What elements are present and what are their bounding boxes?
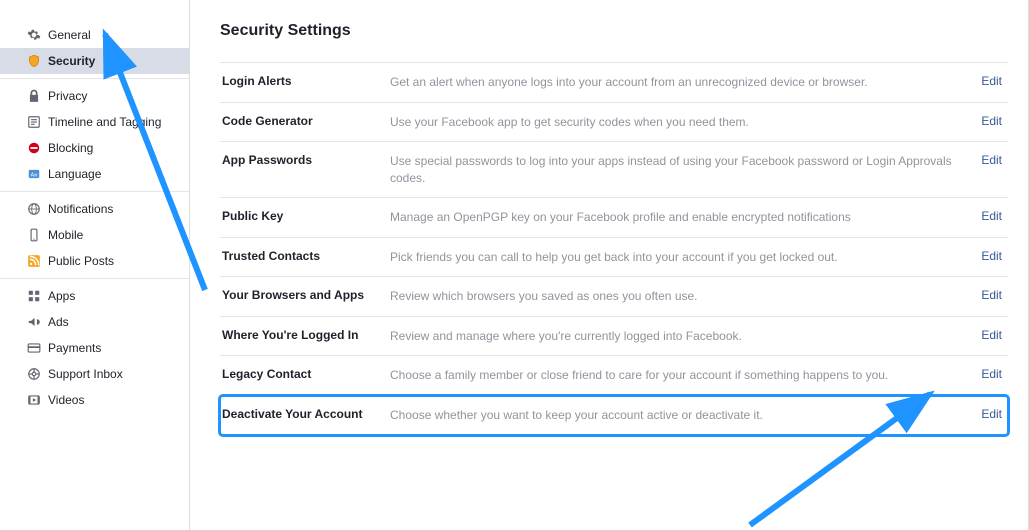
setting-row-login-alerts[interactable]: Login AlertsGet an alert when anyone log…: [220, 63, 1008, 103]
setting-title: Deactivate Your Account: [222, 407, 390, 421]
setting-title: Public Key: [222, 209, 390, 223]
gear-icon: [26, 27, 42, 43]
setting-row-where-you-re-logged-in[interactable]: Where You're Logged InReview and manage …: [220, 317, 1008, 357]
edit-link-login-alerts[interactable]: Edit: [973, 74, 1002, 88]
apps-icon: [26, 288, 42, 304]
sidebar-item-security[interactable]: Security: [0, 48, 189, 74]
edit-link-trusted-contacts[interactable]: Edit: [973, 249, 1002, 263]
main-content: Security Settings Login AlertsGet an ale…: [190, 0, 1029, 530]
sidebar-item-notifications[interactable]: Notifications: [0, 196, 189, 222]
sidebar-item-label: Security: [48, 54, 95, 68]
block-icon: [26, 140, 42, 156]
setting-row-your-browsers-and-apps[interactable]: Your Browsers and AppsReview which brows…: [220, 277, 1008, 317]
setting-row-public-key[interactable]: Public KeyManage an OpenPGP key on your …: [220, 198, 1008, 238]
sidebar-item-label: Payments: [48, 341, 101, 355]
sidebar-item-support-inbox[interactable]: Support Inbox: [0, 361, 189, 387]
setting-row-deactivate-your-account[interactable]: Deactivate Your AccountChoose whether yo…: [220, 396, 1008, 436]
videos-icon: [26, 392, 42, 408]
setting-description: Pick friends you can call to help you ge…: [390, 249, 973, 266]
sidebar-item-mobile[interactable]: Mobile: [0, 222, 189, 248]
sidebar-item-label: Timeline and Tagging: [48, 115, 161, 129]
edit-link-your-browsers-and-apps[interactable]: Edit: [973, 288, 1002, 302]
sidebar-item-label: General: [48, 28, 91, 42]
sidebar-item-label: Mobile: [48, 228, 83, 242]
setting-title: Code Generator: [222, 114, 390, 128]
settings-sidebar: General Security Privacy Timeline and Taggi…: [0, 0, 190, 530]
sidebar-item-general[interactable]: General: [0, 22, 189, 48]
support-icon: [26, 366, 42, 382]
setting-row-code-generator[interactable]: Code GeneratorUse your Facebook app to g…: [220, 103, 1008, 143]
setting-title: Your Browsers and Apps: [222, 288, 390, 302]
sidebar-item-label: Privacy: [48, 89, 87, 103]
sidebar-item-public-posts[interactable]: Public Posts: [0, 248, 189, 274]
globe-icon: [26, 201, 42, 217]
sidebar-item-label: Videos: [48, 393, 84, 407]
setting-description: Get an alert when anyone logs into your …: [390, 74, 973, 91]
setting-row-legacy-contact[interactable]: Legacy ContactChoose a family member or …: [220, 356, 1008, 396]
sidebar-item-videos[interactable]: Videos: [0, 387, 189, 413]
sidebar-item-label: Language: [48, 167, 101, 181]
sidebar-item-label: Public Posts: [48, 254, 114, 268]
timeline-icon: [26, 114, 42, 130]
lock-icon: [26, 88, 42, 104]
shield-icon: [26, 53, 42, 69]
setting-row-trusted-contacts[interactable]: Trusted ContactsPick friends you can cal…: [220, 238, 1008, 278]
edit-link-deactivate-your-account[interactable]: Edit: [973, 407, 1002, 421]
sidebar-item-privacy[interactable]: Privacy: [0, 83, 189, 109]
setting-title: Trusted Contacts: [222, 249, 390, 263]
setting-description: Manage an OpenPGP key on your Facebook p…: [390, 209, 973, 226]
sidebar-item-label: Support Inbox: [48, 367, 123, 381]
setting-title: Legacy Contact: [222, 367, 390, 381]
setting-description: Review which browsers you saved as ones …: [390, 288, 973, 305]
setting-description: Choose whether you want to keep your acc…: [390, 407, 973, 424]
edit-link-where-you-re-logged-in[interactable]: Edit: [973, 328, 1002, 342]
setting-row-app-passwords[interactable]: App PasswordsUse special passwords to lo…: [220, 142, 1008, 198]
language-icon: Aא: [26, 166, 42, 182]
setting-title: Where You're Logged In: [222, 328, 390, 342]
edit-link-app-passwords[interactable]: Edit: [973, 153, 1002, 167]
setting-title: Login Alerts: [222, 74, 390, 88]
payments-icon: [26, 340, 42, 356]
sidebar-item-timeline-and-tagging[interactable]: Timeline and Tagging: [0, 109, 189, 135]
sidebar-item-ads[interactable]: Ads: [0, 309, 189, 335]
mobile-icon: [26, 227, 42, 243]
sidebar-item-label: Apps: [48, 289, 75, 303]
edit-link-code-generator[interactable]: Edit: [973, 114, 1002, 128]
setting-description: Use your Facebook app to get security co…: [390, 114, 973, 131]
sidebar-item-payments[interactable]: Payments: [0, 335, 189, 361]
setting-description: Choose a family member or close friend t…: [390, 367, 973, 384]
edit-link-public-key[interactable]: Edit: [973, 209, 1002, 223]
edit-link-legacy-contact[interactable]: Edit: [973, 367, 1002, 381]
settings-list: Login AlertsGet an alert when anyone log…: [220, 62, 1008, 435]
page-title: Security Settings: [220, 22, 1008, 40]
setting-title: App Passwords: [222, 153, 390, 167]
ads-icon: [26, 314, 42, 330]
setting-description: Use special passwords to log into your a…: [390, 153, 973, 186]
sidebar-item-apps[interactable]: Apps: [0, 283, 189, 309]
sidebar-item-blocking[interactable]: Blocking: [0, 135, 189, 161]
sidebar-item-label: Blocking: [48, 141, 93, 155]
rss-icon: [26, 253, 42, 269]
sidebar-item-label: Notifications: [48, 202, 113, 216]
sidebar-item-label: Ads: [48, 315, 69, 329]
svg-text:Aא: Aא: [31, 172, 39, 178]
setting-description: Review and manage where you're currently…: [390, 328, 973, 345]
sidebar-item-language[interactable]: Aא Language: [0, 161, 189, 187]
